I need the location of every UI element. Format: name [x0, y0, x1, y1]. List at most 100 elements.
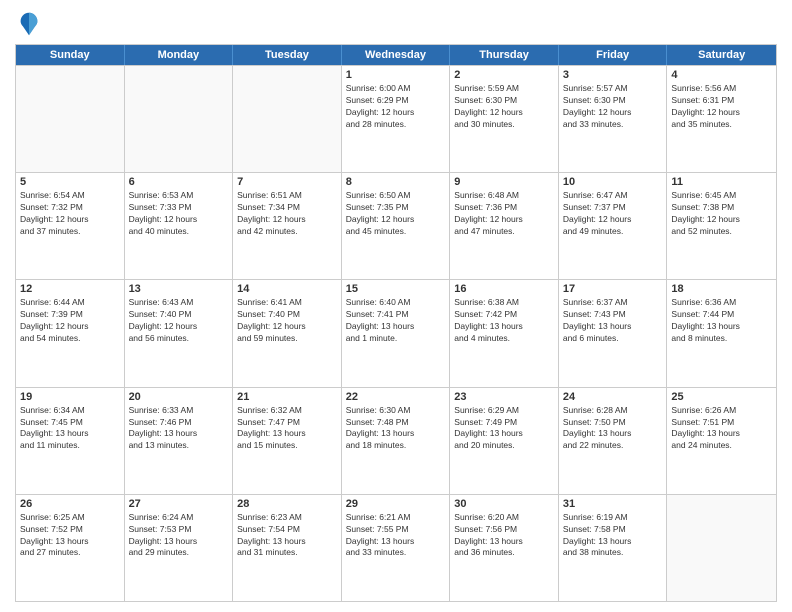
day-cell-6: 6 Sunrise: 6:53 AM Sunset: 7:33 PM Daylig… [125, 173, 234, 279]
day-number: 21 [237, 391, 337, 403]
day-info: Sunrise: 6:23 AM Sunset: 7:54 PM Dayligh… [237, 512, 337, 560]
day-info: Sunrise: 6:26 AM Sunset: 7:51 PM Dayligh… [671, 405, 772, 453]
day-number: 11 [671, 176, 772, 188]
day-info: Sunrise: 5:56 AM Sunset: 6:31 PM Dayligh… [671, 83, 772, 131]
calendar-row-4: 26 Sunrise: 6:25 AM Sunset: 7:52 PM Dayli… [16, 494, 776, 601]
day-cell-10: 10 Sunrise: 6:47 AM Sunset: 7:37 PM Dayli… [559, 173, 668, 279]
calendar-row-3: 19 Sunrise: 6:34 AM Sunset: 7:45 PM Dayli… [16, 387, 776, 494]
day-number: 4 [671, 69, 772, 81]
day-number: 19 [20, 391, 120, 403]
day-number: 27 [129, 498, 229, 510]
day-info: Sunrise: 6:53 AM Sunset: 7:33 PM Dayligh… [129, 190, 229, 238]
day-cell-29: 29 Sunrise: 6:21 AM Sunset: 7:55 PM Dayli… [342, 495, 451, 601]
day-number: 26 [20, 498, 120, 510]
day-cell-13: 13 Sunrise: 6:43 AM Sunset: 7:40 PM Dayli… [125, 280, 234, 386]
day-cell-18: 18Sunrise: 6:36 AM Sunset: 7:44 PM Dayli… [667, 280, 776, 386]
day-cell-15: 15 Sunrise: 6:40 AM Sunset: 7:41 PM Dayli… [342, 280, 451, 386]
day-info: Sunrise: 6:00 AM Sunset: 6:29 PM Dayligh… [346, 83, 446, 131]
day-cell-1: 1 Sunrise: 6:00 AM Sunset: 6:29 PM Daylig… [342, 66, 451, 172]
day-info: Sunrise: 6:25 AM Sunset: 7:52 PM Dayligh… [20, 512, 120, 560]
day-number: 8 [346, 176, 446, 188]
day-number: 9 [454, 176, 554, 188]
day-info: Sunrise: 6:19 AM Sunset: 7:58 PM Dayligh… [563, 512, 663, 560]
day-info: Sunrise: 6:47 AM Sunset: 7:37 PM Dayligh… [563, 190, 663, 238]
day-cell-30: 30 Sunrise: 6:20 AM Sunset: 7:56 PM Dayli… [450, 495, 559, 601]
day-cell-5: 5 Sunrise: 6:54 AM Sunset: 7:32 PM Daylig… [16, 173, 125, 279]
day-number: 28 [237, 498, 337, 510]
day-number: 14 [237, 283, 337, 295]
weekday-header-wednesday: Wednesday [342, 45, 451, 65]
day-cell-20: 20 Sunrise: 6:33 AM Sunset: 7:46 PM Dayli… [125, 388, 234, 494]
calendar-body: 1 Sunrise: 6:00 AM Sunset: 6:29 PM Daylig… [16, 65, 776, 601]
day-number: 24 [563, 391, 663, 403]
day-cell-3: 3 Sunrise: 5:57 AM Sunset: 6:30 PM Daylig… [559, 66, 668, 172]
day-info: Sunrise: 5:59 AM Sunset: 6:30 PM Dayligh… [454, 83, 554, 131]
day-cell-19: 19 Sunrise: 6:34 AM Sunset: 7:45 PM Dayli… [16, 388, 125, 494]
empty-cell-4-6 [667, 495, 776, 601]
day-cell-17: 17Sunrise: 6:37 AM Sunset: 7:43 PM Dayli… [559, 280, 668, 386]
day-cell-25: 25 Sunrise: 6:26 AM Sunset: 7:51 PM Dayli… [667, 388, 776, 494]
day-info: Sunrise: 6:48 AM Sunset: 7:36 PM Dayligh… [454, 190, 554, 238]
day-info: Sunrise: 6:24 AM Sunset: 7:53 PM Dayligh… [129, 512, 229, 560]
weekday-header-sunday: Sunday [16, 45, 125, 65]
calendar-row-2: 12Sunrise: 6:44 AM Sunset: 7:39 PM Dayli… [16, 279, 776, 386]
day-cell-11: 11 Sunrise: 6:45 AM Sunset: 7:38 PM Dayli… [667, 173, 776, 279]
day-info: Sunrise: 6:41 AM Sunset: 7:40 PM Dayligh… [237, 297, 337, 345]
day-number: 10 [563, 176, 663, 188]
day-number: 15 [346, 283, 446, 295]
day-info: Sunrise: 6:54 AM Sunset: 7:32 PM Dayligh… [20, 190, 120, 238]
day-info: Sunrise: 6:51 AM Sunset: 7:34 PM Dayligh… [237, 190, 337, 238]
day-number: 2 [454, 69, 554, 81]
day-info: Sunrise: 6:34 AM Sunset: 7:45 PM Dayligh… [20, 405, 120, 453]
day-number: 30 [454, 498, 554, 510]
header [15, 10, 777, 38]
day-cell-12: 12Sunrise: 6:44 AM Sunset: 7:39 PM Dayli… [16, 280, 125, 386]
page: SundayMondayTuesdayWednesdayThursdayFrid… [0, 0, 792, 612]
day-info: Sunrise: 6:45 AM Sunset: 7:38 PM Dayligh… [671, 190, 772, 238]
day-number: 29 [346, 498, 446, 510]
day-info: Sunrise: 6:38 AM Sunset: 7:42 PM Dayligh… [454, 297, 554, 345]
day-cell-14: 14 Sunrise: 6:41 AM Sunset: 7:40 PM Dayli… [233, 280, 342, 386]
day-number: 3 [563, 69, 663, 81]
calendar-row-0: 1 Sunrise: 6:00 AM Sunset: 6:29 PM Daylig… [16, 65, 776, 172]
weekday-header-friday: Friday [559, 45, 668, 65]
day-info: Sunrise: 5:57 AM Sunset: 6:30 PM Dayligh… [563, 83, 663, 131]
logo [15, 10, 47, 38]
calendar-row-1: 5 Sunrise: 6:54 AM Sunset: 7:32 PM Daylig… [16, 172, 776, 279]
weekday-header-saturday: Saturday [667, 45, 776, 65]
day-cell-26: 26 Sunrise: 6:25 AM Sunset: 7:52 PM Dayli… [16, 495, 125, 601]
day-cell-27: 27 Sunrise: 6:24 AM Sunset: 7:53 PM Dayli… [125, 495, 234, 601]
day-info: Sunrise: 6:20 AM Sunset: 7:56 PM Dayligh… [454, 512, 554, 560]
day-cell-24: 24Sunrise: 6:28 AM Sunset: 7:50 PM Dayli… [559, 388, 668, 494]
logo-icon [15, 10, 43, 38]
empty-cell-0-2 [233, 66, 342, 172]
day-cell-16: 16Sunrise: 6:38 AM Sunset: 7:42 PM Dayli… [450, 280, 559, 386]
day-info: Sunrise: 6:50 AM Sunset: 7:35 PM Dayligh… [346, 190, 446, 238]
day-number: 7 [237, 176, 337, 188]
day-cell-31: 31Sunrise: 6:19 AM Sunset: 7:58 PM Dayli… [559, 495, 668, 601]
day-number: 1 [346, 69, 446, 81]
day-info: Sunrise: 6:40 AM Sunset: 7:41 PM Dayligh… [346, 297, 446, 345]
day-info: Sunrise: 6:44 AM Sunset: 7:39 PM Dayligh… [20, 297, 120, 345]
calendar-header: SundayMondayTuesdayWednesdayThursdayFrid… [16, 45, 776, 65]
day-info: Sunrise: 6:43 AM Sunset: 7:40 PM Dayligh… [129, 297, 229, 345]
day-number: 6 [129, 176, 229, 188]
day-number: 5 [20, 176, 120, 188]
day-number: 13 [129, 283, 229, 295]
day-cell-7: 7 Sunrise: 6:51 AM Sunset: 7:34 PM Daylig… [233, 173, 342, 279]
day-cell-9: 9 Sunrise: 6:48 AM Sunset: 7:36 PM Daylig… [450, 173, 559, 279]
empty-cell-0-0 [16, 66, 125, 172]
day-info: Sunrise: 6:33 AM Sunset: 7:46 PM Dayligh… [129, 405, 229, 453]
day-info: Sunrise: 6:21 AM Sunset: 7:55 PM Dayligh… [346, 512, 446, 560]
day-number: 25 [671, 391, 772, 403]
day-number: 23 [454, 391, 554, 403]
day-cell-28: 28 Sunrise: 6:23 AM Sunset: 7:54 PM Dayli… [233, 495, 342, 601]
calendar: SundayMondayTuesdayWednesdayThursdayFrid… [15, 44, 777, 602]
day-cell-4: 4 Sunrise: 5:56 AM Sunset: 6:31 PM Daylig… [667, 66, 776, 172]
day-info: Sunrise: 6:37 AM Sunset: 7:43 PM Dayligh… [563, 297, 663, 345]
day-number: 20 [129, 391, 229, 403]
weekday-header-thursday: Thursday [450, 45, 559, 65]
weekday-header-monday: Monday [125, 45, 234, 65]
weekday-header-tuesday: Tuesday [233, 45, 342, 65]
day-cell-8: 8 Sunrise: 6:50 AM Sunset: 7:35 PM Daylig… [342, 173, 451, 279]
